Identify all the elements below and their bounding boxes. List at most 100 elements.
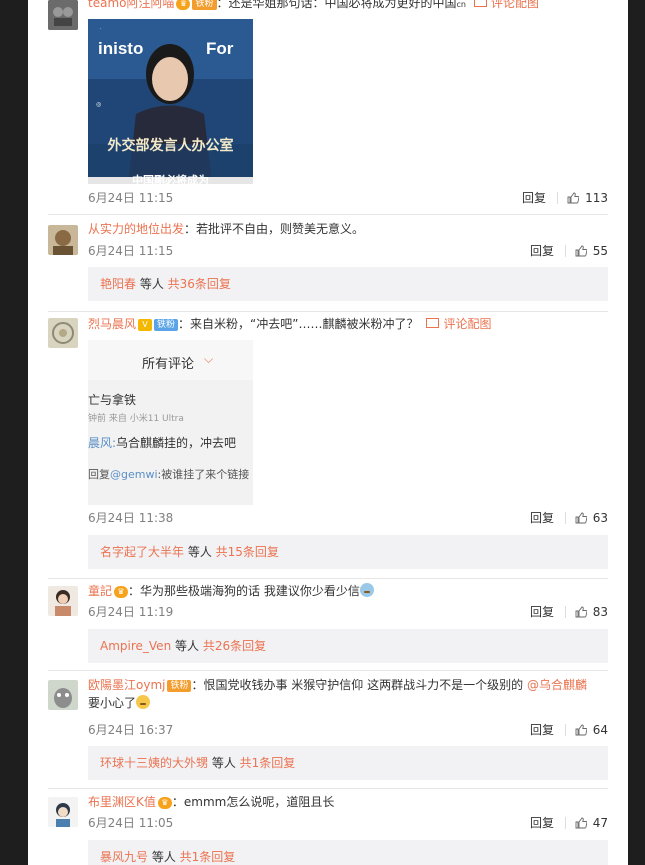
verified-icon: V — [138, 319, 153, 331]
like-count: 83 — [592, 605, 608, 619]
avatar-image — [48, 797, 78, 827]
comment-image-link[interactable]: 评论配图 — [426, 317, 491, 331]
avatar[interactable] — [48, 586, 78, 616]
reply-button[interactable]: 回复 — [530, 603, 554, 621]
comment-time: 6月24日 16:37 — [88, 723, 174, 737]
like-button[interactable]: 63 — [575, 509, 608, 527]
comment-item: 布里渊区K值 ♛ ：emmm怎么说呢，道阻且长 6月24日 11:05 回复 47 … — [28, 793, 628, 865]
reply-button[interactable]: 回复 — [530, 242, 554, 260]
like-button[interactable]: 55 — [575, 242, 608, 260]
screenshot-line: 回复@gemwi:被谁挂了来个链接 — [88, 466, 249, 482]
sub-replies-bar[interactable]: 暴风九号 等人 共1条回复 — [88, 840, 608, 865]
avatar[interactable] — [48, 797, 78, 827]
like-count: 113 — [585, 191, 608, 205]
like-count: 64 — [592, 723, 608, 737]
picture-icon — [426, 318, 440, 328]
sub-reply-count[interactable]: 共26条回复 — [203, 639, 266, 653]
comment-meta: 6月24日 11:05 回复 47 — [88, 814, 608, 832]
like-button[interactable]: 83 — [575, 603, 608, 621]
comment-body: ：还是华姐那句话：中国必将成为更好的中国 — [216, 0, 457, 10]
sub-replies-bar[interactable]: 名字起了大半年 等人 共15条回复 — [88, 535, 608, 569]
sub-reply-user[interactable]: 艳阳春 — [100, 277, 136, 291]
avatar-image — [48, 680, 78, 710]
comment-text: teamo阿注阿喵 ♛ 铁粉 ：还是华姐那句话：中国必将成为更好的中国cn 评论配图 — [88, 0, 613, 14]
comment-item: 童記 ♛ ：华为那些极端海狗的话 我建议你少看少信 6月24日 11:19 回复 8… — [28, 582, 628, 671]
reply-button[interactable]: 回复 — [530, 721, 554, 739]
comment-username[interactable]: 从实力的地位出发 — [88, 222, 184, 236]
like-count: 63 — [592, 511, 608, 525]
comment-item: 从实力的地位出发：若批评不自由，则赞美无意义。 6月24日 11:15 回复 5… — [28, 220, 628, 312]
sub-reply-count[interactable]: 共1条回复 — [180, 850, 236, 864]
like-button[interactable]: 113 — [567, 189, 608, 207]
sub-reply-etc: 等人 — [136, 277, 168, 291]
screenshot-text: 回复 — [88, 468, 110, 481]
sub-reply-user[interactable]: 暴风九号 — [100, 850, 148, 864]
comment-username[interactable]: 童記 — [88, 584, 112, 598]
sub-reply-count[interactable]: 共15条回复 — [216, 545, 279, 559]
comment-body: 要小心了 — [88, 696, 137, 710]
sub-reply-user[interactable]: 名字起了大半年 — [100, 545, 184, 559]
vip-icon: ♛ — [114, 586, 129, 598]
thumbs-up-icon — [575, 606, 587, 618]
avatar[interactable] — [48, 318, 78, 348]
comment-body: ：emmm怎么说呢，道阻且长 — [171, 795, 335, 809]
sub-replies-bar[interactable]: 环球十三姨的大外甥 等人 共1条回复 — [88, 746, 608, 780]
reply-button[interactable]: 回复 — [522, 189, 546, 207]
avatar-image — [48, 0, 78, 30]
divider-line — [565, 245, 566, 257]
image-caption: 外交部发言人办公室 — [107, 138, 234, 154]
vip-icon: ♛ — [157, 797, 172, 809]
sub-replies-bar[interactable]: 艳阳春 等人 共36条回复 — [88, 267, 608, 301]
comment-meta: 6月24日 11:38 回复 63 — [88, 509, 608, 527]
avatar[interactable] — [48, 680, 78, 710]
sub-reply-etc: 等人 — [171, 639, 203, 653]
comment-image[interactable]: 所有评论 ⌵ 亡与拿铁 钟前 来自 小米11 Ultra 晨风:乌合麒麟挂的，冲… — [88, 340, 253, 505]
sub-reply-user[interactable]: Ampire_Ven — [100, 639, 171, 653]
comment-time: 6月24日 11:19 — [88, 605, 174, 619]
divider-line — [565, 606, 566, 618]
thumbs-up-icon — [575, 512, 587, 524]
mention-link[interactable]: @乌合麒麟 — [527, 678, 587, 692]
fan-badge: 铁粉 — [154, 319, 179, 331]
image-banner-text-right: For — [206, 39, 234, 58]
comment-text: 烈马晨风 V 铁粉 ：来自米粉，“冲去吧”……麒麟被米粉冲了？ 评论配图 — [88, 315, 613, 333]
comment-divider — [48, 214, 608, 215]
comment-username[interactable]: 欧陽墨江oymj — [88, 678, 165, 692]
like-button[interactable]: 64 — [575, 721, 608, 739]
comment-username[interactable]: 布里渊区K值 — [88, 795, 156, 809]
divider-line — [565, 724, 566, 736]
chevron-down-icon: ⌵ — [204, 352, 214, 366]
comment-time: 6月24日 11:15 — [88, 244, 174, 258]
screenshot-user: 晨风: — [88, 436, 117, 450]
comment-text: 童記 ♛ ：华为那些极端海狗的话 我建议你少看少信 — [88, 582, 613, 600]
thumbs-up-icon — [575, 817, 587, 829]
divider-line — [557, 192, 558, 204]
cn-mark: cn — [456, 0, 466, 9]
screenshot-text: :被谁挂了来个链接 — [157, 468, 250, 481]
comment-time: 6月24日 11:15 — [88, 191, 174, 205]
comment-username[interactable]: teamo阿注阿喵 — [88, 0, 174, 10]
comment-divider — [48, 670, 608, 671]
sub-reply-count[interactable]: 共36条回复 — [168, 277, 231, 291]
reply-button[interactable]: 回复 — [530, 814, 554, 832]
image-banner-text: inisto — [98, 39, 144, 58]
comment-image-link[interactable]: 评论配图 — [473, 0, 539, 10]
reply-button[interactable]: 回复 — [530, 509, 554, 527]
avatar[interactable] — [48, 225, 78, 255]
sub-reply-count[interactable]: 共1条回复 — [240, 756, 296, 770]
screenshot-text: 乌合麒麟挂的，冲去吧 — [116, 436, 237, 450]
avatar-image — [48, 225, 78, 255]
comment-item: 烈马晨风 V 铁粉 ：来自米粉，“冲去吧”……麒麟被米粉冲了？ 评论配图 所有评论 ⌵ … — [28, 315, 628, 579]
avatar[interactable] — [48, 0, 78, 30]
sub-replies-bar[interactable]: Ampire_Ven 等人 共26条回复 — [88, 629, 608, 663]
comment-meta: 6月24日 11:15 回复 55 — [88, 242, 608, 260]
smile-emoji-icon — [136, 695, 151, 709]
screenshot-line: 钟前 来自 小米11 Ultra — [88, 414, 184, 424]
comment-text: 欧陽墨江oymj 铁粉 ：恨国党收钱办事 米猴守护信仰 这两群战斗力不是一个级别的 … — [88, 676, 613, 712]
comment-meta: 6月24日 16:37 回复 64 — [88, 721, 608, 739]
like-button[interactable]: 47 — [575, 814, 608, 832]
comment-username[interactable]: 烈马晨风 — [88, 317, 136, 331]
comment-image[interactable]: . ◎ inisto For 外交部发言人办公室 中国剛必将成为 — [88, 19, 253, 184]
comment-text: 布里渊区K值 ♛ ：emmm怎么说呢，道阻且长 — [88, 793, 613, 811]
sub-reply-user[interactable]: 环球十三姨的大外甥 — [100, 756, 208, 770]
